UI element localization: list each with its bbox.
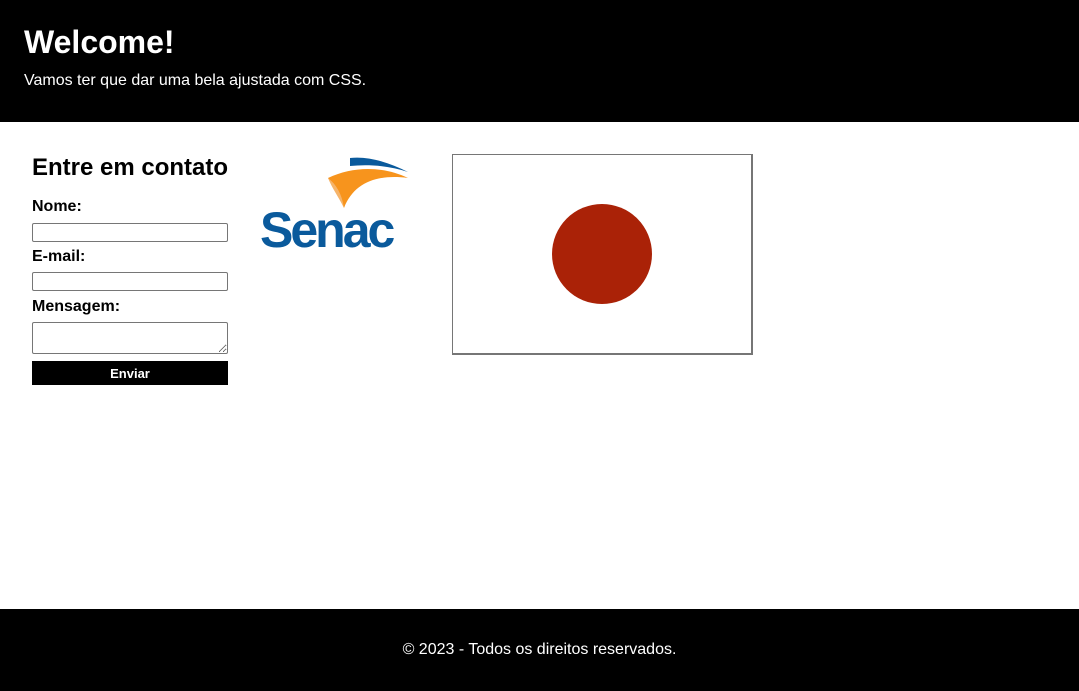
name-label: Nome: bbox=[32, 198, 82, 215]
message-field[interactable] bbox=[32, 322, 228, 354]
message-label: Mensagem: bbox=[32, 298, 121, 315]
japan-flag-image bbox=[452, 154, 753, 355]
email-label: E-mail: bbox=[32, 248, 86, 265]
send-button[interactable]: Enviar bbox=[32, 361, 228, 385]
contact-title: Entre em contato bbox=[32, 154, 229, 181]
page-subtitle: Vamos ter que dar uma bela ajustada com … bbox=[24, 72, 367, 89]
page-title: Welcome! bbox=[24, 24, 175, 60]
logo-wordmark: Senac bbox=[260, 202, 395, 252]
senac-logo: Senac bbox=[258, 152, 422, 258]
footer-copyright: © 2023 - Todos os direitos reservados. bbox=[402, 641, 677, 658]
site-footer: © 2023 - Todos os direitos reservados. bbox=[0, 609, 1079, 691]
contact-form-section: Entre em contato Nome: E-mail: Mensagem:… bbox=[32, 153, 232, 385]
flag-red-disc bbox=[552, 204, 652, 304]
email-field[interactable] bbox=[32, 272, 228, 291]
name-field[interactable] bbox=[32, 223, 228, 242]
site-header: Welcome! Vamos ter que dar uma bela ajus… bbox=[0, 0, 1079, 122]
senac-logo-image: Senac bbox=[260, 157, 408, 258]
